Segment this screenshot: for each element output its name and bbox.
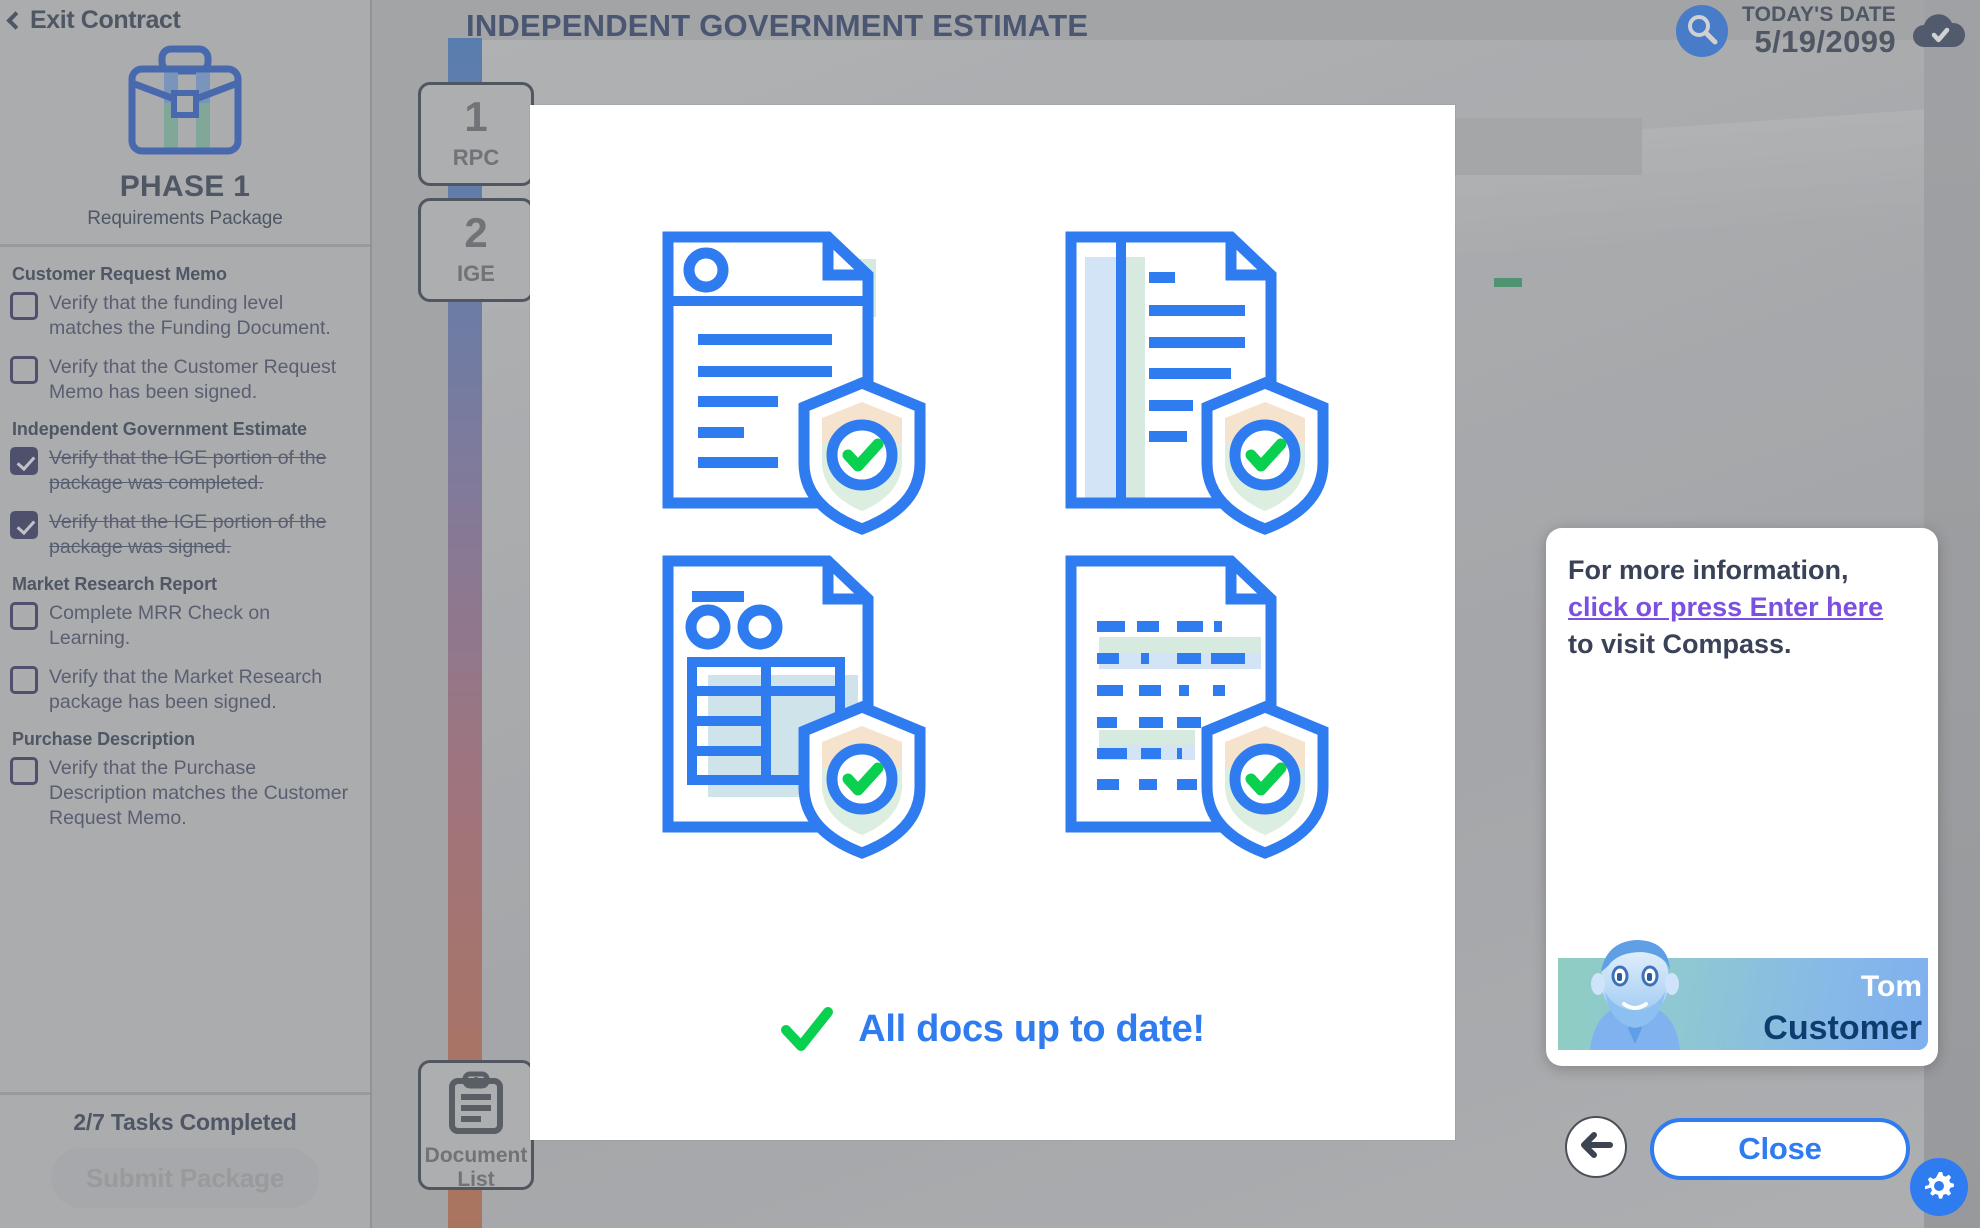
data-document-icon [1049,545,1339,865]
memo-document-icon [646,215,936,535]
arrow-left-icon [1578,1130,1614,1165]
document-icon-grid [530,105,1455,865]
all-docs-modal: All docs up to date! [530,105,1455,1140]
tooltip-text: For more information, click or press Ent… [1568,552,1916,663]
avatar-role: Customer [1763,1009,1922,1047]
close-button[interactable]: Close [1650,1118,1910,1180]
tooltip-text-before: For more information, [1568,555,1849,585]
gear-icon [1923,1170,1955,1205]
avatar [1560,932,1708,1050]
tooltip-text-after: to visit Compass. [1568,629,1792,659]
back-button[interactable] [1565,1116,1627,1178]
table-document-icon [646,545,936,865]
avatar-card: Tom Customer [1546,938,1936,1058]
settings-button[interactable] [1910,1158,1968,1216]
avatar-name: Tom [1860,970,1922,1003]
estimate-document-icon [1049,215,1339,535]
modal-status: All docs up to date! [530,1002,1455,1056]
app-root: ment, NH-1515-03 (555) 555-7872 E specif… [0,0,1980,1228]
compass-tooltip: For more information, click or press Ent… [1546,528,1938,1066]
modal-status-text: All docs up to date! [858,1007,1205,1050]
check-icon [780,1002,834,1056]
compass-link[interactable]: click or press Enter here [1568,592,1883,622]
